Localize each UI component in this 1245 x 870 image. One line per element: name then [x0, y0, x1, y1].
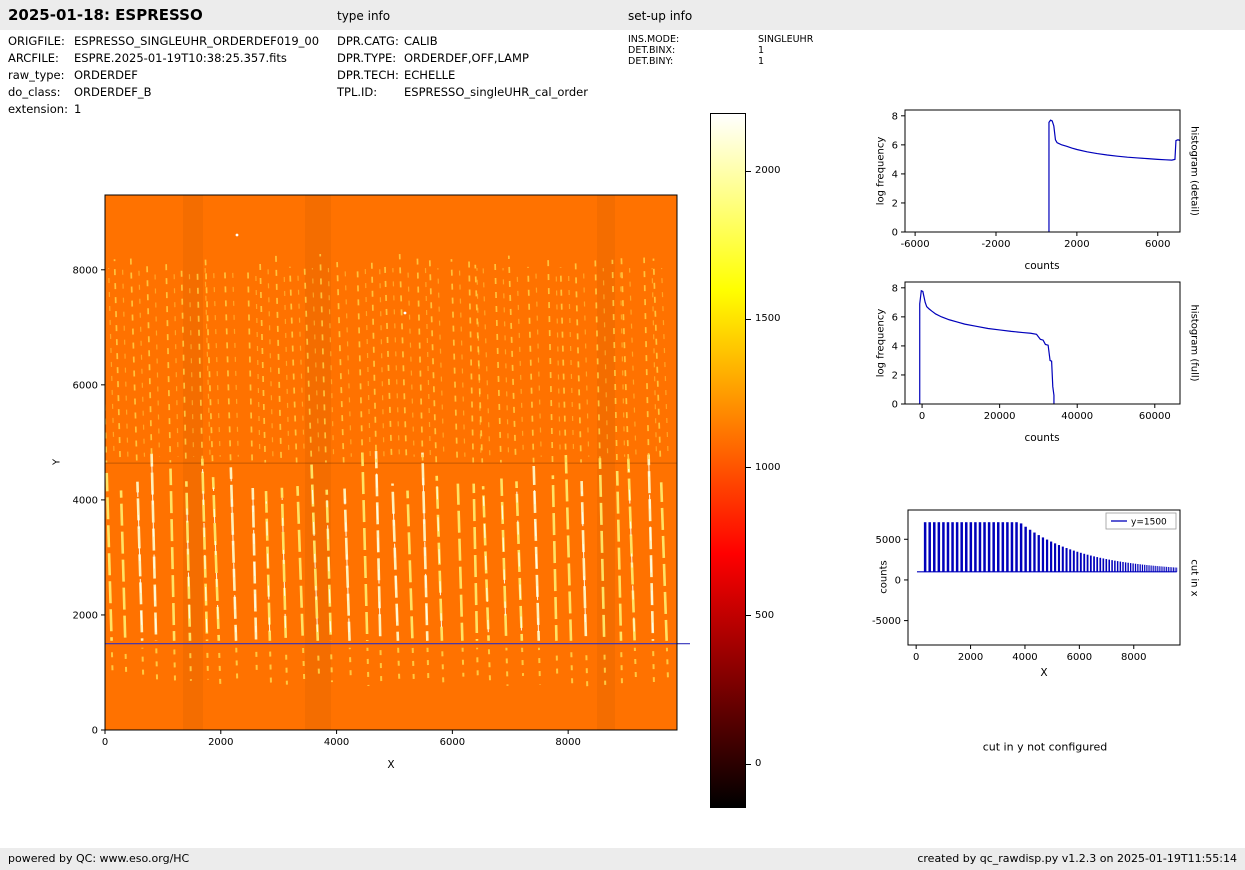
svg-text:5000: 5000 — [876, 535, 901, 546]
colorbar-tick-mark — [746, 763, 751, 765]
svg-text:4000: 4000 — [324, 737, 349, 748]
type-info-label: DPR.CATG: — [337, 34, 399, 48]
setup-info-value: 1 — [758, 56, 765, 67]
cut-x-ylabel: counts — [878, 560, 890, 594]
hist-detail-ylabel: log frequency — [875, 136, 887, 206]
svg-text:0: 0 — [919, 411, 925, 422]
colorbar-tick-label: 500 — [755, 609, 775, 621]
type-info-value: ESPRESSO_singleUHR_cal_order — [404, 85, 588, 99]
svg-text:2000: 2000 — [73, 610, 98, 621]
histogram-full-plot: 0 20000 40000 60000 0 2 4 6 8 — [860, 267, 1230, 452]
svg-text:2: 2 — [892, 370, 898, 381]
type-info-value: ECHELLE — [404, 68, 456, 82]
svg-text:8000: 8000 — [555, 737, 580, 748]
histogram-curve — [1048, 119, 1181, 232]
footer-left: powered by QC: www.eso.org/HC — [8, 852, 190, 865]
file-info-label: ORIGFILE: — [8, 34, 65, 48]
svg-text:8000: 8000 — [1121, 652, 1146, 663]
legend: y=1500 — [1105, 512, 1177, 530]
type-info-label: DPR.TYPE: — [337, 51, 397, 65]
cut-in-x-plot: y=1500 0 2000 4000 6000 8000 -5000 0 5000 — [863, 495, 1233, 695]
type-info-label: DPR.TECH: — [337, 68, 399, 82]
svg-text:0: 0 — [892, 400, 898, 411]
hist-detail-right-label: histogram (detail) — [1188, 126, 1200, 216]
svg-text:0: 0 — [913, 652, 919, 663]
histogram-detail-plot: -6000 -2000 2000 6000 0 2 4 6 8 — [860, 95, 1230, 280]
setup-info-label: INS.MODE: — [628, 34, 680, 45]
hist-full-right-label: histogram (full) — [1188, 304, 1200, 382]
svg-text:6000: 6000 — [73, 380, 98, 391]
svg-text:-5000: -5000 — [872, 616, 901, 627]
main-xaxis-label: X — [387, 759, 395, 771]
setup-info-heading: set-up info — [628, 9, 693, 23]
setup-info-value: 1 — [758, 45, 765, 56]
file-info-value: 1 — [74, 102, 82, 116]
type-info-value: CALIB — [404, 34, 438, 48]
svg-text:4: 4 — [892, 169, 898, 180]
type-info-value: ORDERDEF,OFF,LAMP — [404, 51, 529, 65]
colorbar-tick-mark — [746, 318, 751, 320]
histogram-curve — [919, 289, 1055, 404]
file-info-label: ARCFILE: — [8, 51, 59, 65]
svg-text:y=1500: y=1500 — [1131, 518, 1167, 528]
header-bar: 2025-01-18: ESPRESSO type info set-up in… — [0, 0, 1245, 30]
colorbar-tick-mark — [746, 467, 751, 469]
hist-full-xlabel: counts — [1024, 432, 1060, 444]
svg-text:6000: 6000 — [440, 737, 465, 748]
svg-text:6000: 6000 — [1067, 652, 1092, 663]
cut-x-xlabel: X — [1040, 667, 1048, 679]
qc-report-page: 2025-01-18: ESPRESSO type info set-up in… — [0, 0, 1245, 870]
svg-text:6: 6 — [892, 140, 898, 151]
svg-text:8000: 8000 — [73, 265, 98, 276]
svg-text:40000: 40000 — [1061, 411, 1093, 422]
svg-text:0: 0 — [92, 726, 98, 737]
svg-text:8: 8 — [892, 283, 898, 294]
svg-text:2000: 2000 — [1064, 239, 1089, 250]
svg-text:4000: 4000 — [1012, 652, 1037, 663]
colorbar-tick-mark — [746, 615, 751, 617]
svg-text:0: 0 — [892, 228, 898, 239]
file-info-label: extension: — [8, 102, 68, 116]
svg-text:8: 8 — [892, 111, 898, 122]
raw-image-plot: 0 2000 4000 6000 8000 0 2000 4000 6000 8000 — [48, 180, 708, 795]
colorbar-tick-label: 1000 — [755, 461, 781, 473]
hist-full-ylabel: log frequency — [875, 308, 887, 378]
main-yaxis-label: Y — [51, 458, 63, 466]
file-info-value: ORDERDEF — [74, 68, 138, 82]
footer-bar: powered by QC: www.eso.org/HC created by… — [0, 848, 1245, 870]
colorbar-tick-mark — [746, 170, 751, 172]
setup-info-label: DET.BINX: — [628, 45, 676, 56]
svg-text:-6000: -6000 — [901, 239, 930, 250]
svg-text:2: 2 — [892, 198, 898, 209]
svg-text:-2000: -2000 — [981, 239, 1010, 250]
svg-text:2000: 2000 — [958, 652, 983, 663]
svg-text:4: 4 — [892, 341, 898, 352]
svg-text:60000: 60000 — [1139, 411, 1171, 422]
cut-x-right-label: cut in x — [1188, 559, 1200, 597]
file-info-value: ORDERDEF_B — [74, 85, 152, 99]
file-info-label: raw_type: — [8, 68, 65, 82]
setup-info-label: DET.BINY: — [628, 56, 674, 67]
svg-text:0: 0 — [102, 737, 108, 748]
svg-text:0: 0 — [895, 575, 901, 586]
colorbar-tick-label: 0 — [755, 758, 762, 770]
svg-text:2000: 2000 — [208, 737, 233, 748]
file-info-label: do_class: — [8, 85, 61, 99]
svg-text:6: 6 — [892, 312, 898, 323]
cut-in-y-note: cut in y not configured — [982, 740, 1108, 754]
type-info-heading: type info — [337, 9, 391, 23]
svg-text:4000: 4000 — [73, 495, 98, 506]
file-info-value: ESPRE.2025-01-19T10:38:25.357.fits — [74, 51, 287, 65]
colorbar-tick-label: 1500 — [755, 313, 781, 325]
setup-info-value: SINGLEUHR — [758, 34, 814, 45]
colorbar — [710, 113, 746, 808]
type-info-label: TPL.ID: — [337, 85, 378, 99]
page-title: 2025-01-18: ESPRESSO — [8, 6, 203, 24]
footer-right: created by qc_rawdisp.py v1.2.3 on 2025-… — [917, 852, 1237, 865]
svg-text:6000: 6000 — [1145, 239, 1170, 250]
file-info-value: ESPRESSO_SINGLEUHR_ORDERDEF019_00 — [74, 34, 320, 48]
colorbar-tick-label: 2000 — [755, 165, 781, 177]
svg-text:20000: 20000 — [984, 411, 1016, 422]
